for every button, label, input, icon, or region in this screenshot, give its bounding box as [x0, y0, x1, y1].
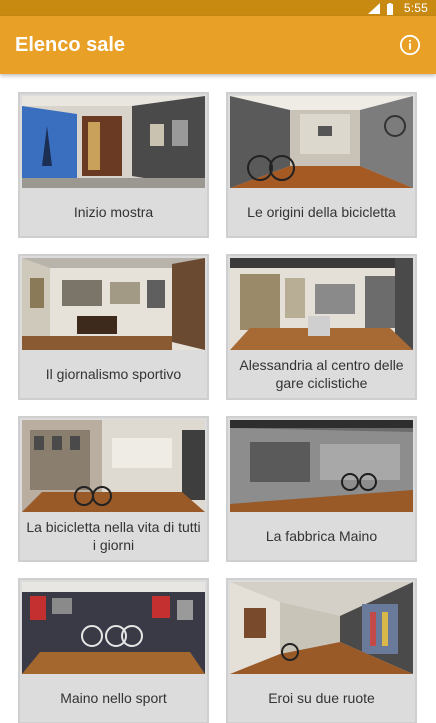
status-bar: 5:55 [0, 0, 436, 16]
info-button[interactable] [398, 33, 422, 57]
room-card[interactable]: La fabbrica Maino [226, 416, 417, 562]
room-photo [22, 96, 205, 188]
room-photo [230, 258, 413, 350]
room-card[interactable]: Alessandria al centro delle gare ciclist… [226, 254, 417, 400]
room-photo [230, 420, 413, 512]
room-label: Alessandria al centro delle gare ciclist… [239, 357, 404, 391]
room-label: Inizio mostra [73, 204, 154, 220]
room-card[interactable]: Inizio mostra [18, 92, 209, 238]
room-list[interactable]: Inizio mostra Le origini della biciclett… [0, 74, 436, 723]
room-label: Il giornalismo sportivo [45, 366, 182, 382]
room-card[interactable]: La bicicletta nella vita di tutti i gior… [18, 416, 209, 562]
page-title: Elenco sale [15, 33, 126, 56]
room-card[interactable]: Maino nello sport [18, 578, 209, 723]
room-grid: Inizio mostra Le origini della biciclett… [18, 92, 417, 723]
room-label: La fabbrica Maino [265, 528, 378, 544]
app-bar: Elenco sale [0, 16, 436, 74]
room-label: Maino nello sport [60, 690, 167, 706]
room-label: La bicicletta nella vita di tutti i gior… [26, 519, 201, 553]
room-photo [230, 582, 413, 674]
room-photo [22, 420, 205, 512]
room-photo [230, 96, 413, 188]
info-icon [399, 34, 421, 56]
room-photo [22, 582, 205, 674]
battery-icon [386, 2, 398, 15]
room-card[interactable]: Il giornalismo sportivo [18, 254, 209, 400]
room-label: Eroi su due ruote [268, 690, 375, 706]
room-card[interactable]: Le origini della bicicletta [226, 92, 417, 238]
room-photo [22, 258, 205, 350]
room-card[interactable]: Eroi su due ruote [226, 578, 417, 723]
signal-icon [367, 2, 380, 14]
status-time: 5:55 [403, 1, 428, 15]
room-label: Le origini della bicicletta [247, 204, 396, 220]
